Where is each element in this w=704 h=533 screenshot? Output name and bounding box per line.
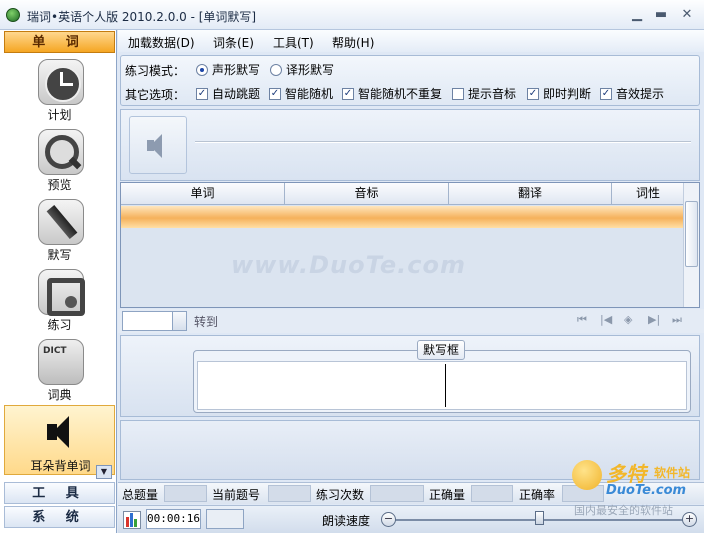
text-cursor bbox=[445, 364, 446, 407]
correct-label: 正确量 bbox=[429, 488, 466, 502]
nav-scroll-down-button[interactable]: ▼ bbox=[96, 465, 112, 479]
sound-progress-line bbox=[195, 141, 691, 143]
first-page-icon[interactable]: ⏮ bbox=[577, 313, 587, 327]
practice-options-panel: 练习模式： 声形默写 译形默写 其它选项： ✓ 自动跳题 ✓ 智能随机 ✓ 智能… bbox=[120, 55, 700, 106]
nav-header-tools[interactable]: 工 具 bbox=[4, 482, 115, 504]
prev-page-icon[interactable]: |◀ bbox=[600, 313, 612, 326]
show-phonetic-checkbox[interactable] bbox=[452, 88, 464, 100]
pager-bar: 转到 ⏮ |◀ ◈ ▶| ⏭ bbox=[118, 309, 704, 333]
next-page-icon[interactable]: ▶| bbox=[648, 313, 660, 326]
pronunciation-pane bbox=[120, 109, 700, 181]
speaker-icon bbox=[39, 410, 85, 456]
menu-help[interactable]: 帮助(H) bbox=[332, 34, 374, 51]
nav-item-label: 计划 bbox=[47, 108, 72, 122]
left-navigation: 单 词 计划 预览 默写 练习 DICT 词典 耳朵背单词 ▼ 工 具 系 统 bbox=[0, 30, 117, 533]
accuracy-value bbox=[562, 485, 604, 502]
clock-icon bbox=[38, 59, 84, 105]
auto-skip-checkbox[interactable]: ✓ bbox=[196, 88, 208, 100]
nav-header-words[interactable]: 单 词 bbox=[4, 31, 115, 53]
column-header-word[interactable]: 单词 bbox=[121, 183, 285, 205]
table-scrollbar[interactable] bbox=[683, 183, 699, 307]
page-number-input[interactable] bbox=[122, 311, 174, 331]
app-logo-icon bbox=[6, 8, 20, 22]
mode-label: 练习模式： bbox=[125, 64, 186, 78]
goto-button[interactable]: 转到 bbox=[194, 313, 218, 330]
dictation-title: 默写框 bbox=[417, 340, 466, 360]
maximize-button[interactable]: ▬ bbox=[652, 7, 670, 23]
dictation-input[interactable] bbox=[197, 361, 687, 410]
mode-translate-radio[interactable] bbox=[270, 64, 282, 76]
status-bar: 总题量 当前题号 练习次数 正确量 正确率 bbox=[118, 482, 704, 504]
smart-random-label[interactable]: 智能随机 bbox=[285, 85, 333, 102]
current-label: 当前题号 bbox=[212, 488, 261, 502]
speed-decrease-button[interactable]: − bbox=[381, 512, 396, 527]
menu-bar: 加载数据(D) 词条(E) 工具(T) 帮助(H) bbox=[118, 30, 704, 52]
total-value bbox=[164, 485, 207, 502]
correct-value bbox=[471, 485, 513, 502]
nav-item-preview[interactable]: 预览 bbox=[4, 125, 115, 195]
speed-slider-thumb[interactable] bbox=[535, 511, 544, 525]
instant-judge-label[interactable]: 即时判断 bbox=[543, 85, 591, 102]
nav-item-dictionary[interactable]: DICT 词典 bbox=[4, 335, 115, 405]
menu-entries[interactable]: 词条(E) bbox=[213, 34, 254, 51]
statistics-chart-icon[interactable] bbox=[123, 511, 141, 529]
feedback-pane bbox=[120, 420, 700, 480]
word-table: 单词 音标 翻译 词性 www.DuoTe.com bbox=[120, 182, 700, 308]
smart-random-norepeat-label[interactable]: 智能随机不重复 bbox=[358, 85, 442, 102]
practice-count-label: 练习次数 bbox=[316, 488, 365, 502]
speed-label: 朗读速度 bbox=[322, 514, 371, 528]
close-button[interactable]: ✕ bbox=[678, 7, 696, 23]
mode-sound-label[interactable]: 声形默写 bbox=[212, 61, 260, 78]
nav-item-label: 预览 bbox=[47, 178, 72, 192]
auto-skip-label[interactable]: 自动跳题 bbox=[212, 85, 260, 102]
menu-tools[interactable]: 工具(T) bbox=[273, 34, 314, 51]
table-header: 单词 音标 翻译 词性 bbox=[121, 183, 684, 205]
scrollbar-thumb[interactable] bbox=[685, 201, 698, 267]
dictation-pane: 默写框 bbox=[120, 335, 700, 417]
watermark-text: www.DuoTe.com bbox=[231, 251, 466, 279]
other-options-label: 其它选项： bbox=[125, 88, 186, 102]
mode-sound-radio[interactable] bbox=[196, 64, 208, 76]
minimize-button[interactable]: ▁ bbox=[628, 7, 646, 23]
column-header-translation[interactable]: 翻译 bbox=[449, 183, 612, 205]
window-title: 瑞词•英语个人版 2010.2.0.0 - [单词默写] bbox=[27, 10, 257, 24]
status-box bbox=[206, 509, 244, 529]
practice-count-value bbox=[370, 485, 424, 502]
center-icon[interactable]: ◈ bbox=[624, 313, 632, 326]
mode-translate-label[interactable]: 译形默写 bbox=[286, 61, 334, 78]
pen-icon bbox=[38, 199, 84, 245]
elapsed-timer: 00:00:16 bbox=[146, 509, 201, 529]
table-row[interactable] bbox=[121, 206, 684, 228]
total-label: 总题量 bbox=[122, 488, 159, 502]
page-spinner[interactable] bbox=[172, 311, 187, 331]
instant-judge-checkbox[interactable]: ✓ bbox=[527, 88, 539, 100]
nav-item-label: 词典 bbox=[47, 388, 72, 402]
nav-item-practice[interactable]: 练习 bbox=[4, 265, 115, 335]
practice-icon bbox=[38, 269, 85, 316]
speed-increase-button[interactable]: + bbox=[682, 512, 697, 527]
sound-hint-checkbox[interactable]: ✓ bbox=[600, 88, 612, 100]
last-page-icon[interactable]: ⏭ bbox=[672, 313, 682, 327]
column-header-phonetic[interactable]: 音标 bbox=[285, 183, 449, 205]
accuracy-label: 正确率 bbox=[519, 488, 556, 502]
bottom-bar: 00:00:16 朗读速度 − + bbox=[118, 505, 704, 533]
menu-load-data[interactable]: 加载数据(D) bbox=[128, 34, 195, 51]
nav-header-system[interactable]: 系 统 bbox=[4, 506, 115, 528]
column-header-pos[interactable]: 词性 bbox=[612, 183, 684, 205]
nav-item-plan[interactable]: 计划 bbox=[4, 55, 115, 125]
nav-item-label: 练习 bbox=[47, 318, 72, 332]
magnifier-icon bbox=[38, 129, 84, 175]
smart-random-checkbox[interactable]: ✓ bbox=[269, 88, 281, 100]
smart-random-norepeat-checkbox[interactable]: ✓ bbox=[342, 88, 354, 100]
play-sound-icon[interactable] bbox=[129, 116, 187, 174]
dictionary-icon-text: DICT bbox=[43, 346, 67, 356]
nav-item-label: 默写 bbox=[47, 248, 72, 262]
sound-hint-label[interactable]: 音效提示 bbox=[616, 85, 664, 102]
title-bar: 瑞词•英语个人版 2010.2.0.0 - [单词默写] ▁ ▬ ✕ bbox=[0, 0, 704, 30]
nav-item-dictation[interactable]: 默写 bbox=[4, 195, 115, 265]
current-value bbox=[268, 485, 311, 502]
dictionary-icon: DICT bbox=[38, 339, 84, 385]
show-phonetic-label[interactable]: 提示音标 bbox=[468, 85, 516, 102]
